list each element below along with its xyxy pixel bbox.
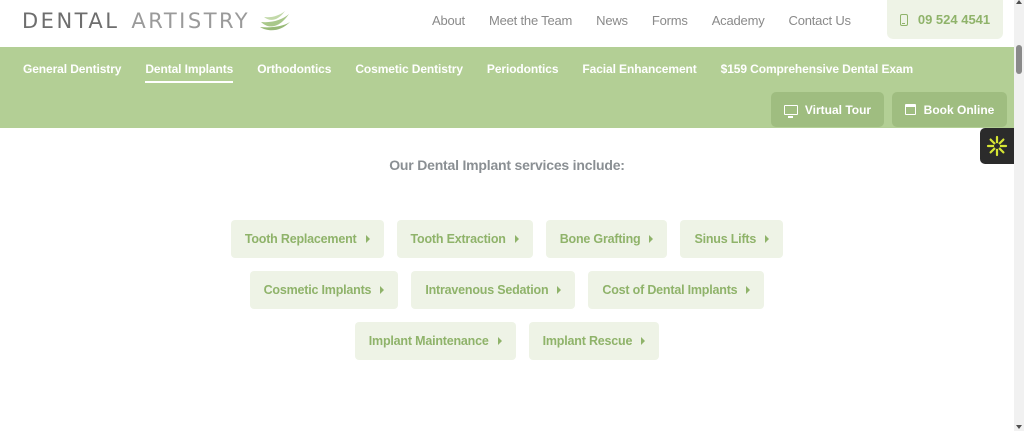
- service-nav-band: General Dentistry Dental Implants Orthod…: [0, 47, 1014, 128]
- top-nav-about[interactable]: About: [432, 13, 465, 28]
- service-link-label: Cosmetic Implants: [263, 283, 372, 297]
- service-nav-dental-exam-offer[interactable]: $159 Comprehensive Dental Exam: [721, 62, 914, 76]
- service-link-cost-of-dental-implants[interactable]: Cost of Dental Implants: [588, 271, 765, 309]
- top-nav-forms[interactable]: Forms: [652, 13, 688, 28]
- accessibility-icon: [986, 135, 1008, 157]
- caret-right-icon: [514, 235, 519, 243]
- caret-right-icon: [765, 235, 770, 243]
- phone-number: 09 524 4541: [917, 12, 991, 27]
- mobile-phone-icon: [899, 13, 908, 26]
- caret-right-icon: [641, 337, 646, 345]
- service-nav-general-dentistry[interactable]: General Dentistry: [23, 62, 121, 76]
- service-link-sinus-lifts[interactable]: Sinus Lifts: [680, 220, 784, 258]
- service-link-implant-maintenance[interactable]: Implant Maintenance: [354, 322, 516, 360]
- services-row: Implant Maintenance Implant Rescue: [0, 322, 1014, 360]
- monitor-icon: [783, 104, 798, 118]
- service-link-label: Sinus Lifts: [694, 232, 757, 246]
- scroll-thumb[interactable]: [1016, 45, 1022, 74]
- service-nav-dental-implants[interactable]: Dental Implants: [145, 62, 233, 83]
- virtual-tour-label: Virtual Tour: [804, 102, 872, 117]
- service-link-cosmetic-implants[interactable]: Cosmetic Implants: [249, 271, 399, 309]
- top-nav: About Meet the Team News Forms Academy C…: [432, 0, 875, 40]
- caret-right-icon: [557, 286, 562, 294]
- top-nav-news[interactable]: News: [596, 13, 628, 28]
- scroll-up-arrow-icon[interactable]: [1016, 0, 1022, 4]
- service-nav: General Dentistry Dental Implants Orthod…: [23, 62, 937, 83]
- caret-right-icon: [365, 235, 370, 243]
- caret-right-icon: [497, 337, 502, 345]
- book-online-button[interactable]: Book Online: [892, 92, 1007, 127]
- service-link-label: Implant Maintenance: [368, 334, 489, 348]
- service-link-label: Implant Rescue: [542, 334, 633, 348]
- service-nav-facial-enhancement[interactable]: Facial Enhancement: [582, 62, 696, 76]
- services-heading: Our Dental Implant services include:: [389, 157, 625, 173]
- service-nav-orthodontics[interactable]: Orthodontics: [257, 62, 331, 76]
- logo[interactable]: DENTAL ARTISTRY: [22, 8, 292, 34]
- service-link-label: Tooth Replacement: [244, 232, 357, 246]
- services-row: Cosmetic Implants Intravenous Sedation C…: [0, 271, 1014, 309]
- page-scrollbar[interactable]: [1014, 0, 1024, 431]
- service-link-label: Bone Grafting: [559, 232, 641, 246]
- service-link-label: Cost of Dental Implants: [602, 283, 738, 297]
- caret-right-icon: [746, 286, 751, 294]
- caret-right-icon: [649, 235, 654, 243]
- top-nav-academy[interactable]: Academy: [712, 13, 765, 28]
- service-link-bone-grafting[interactable]: Bone Grafting: [545, 220, 668, 258]
- service-link-label: Tooth Extraction: [410, 232, 506, 246]
- service-link-intravenous-sedation[interactable]: Intravenous Sedation: [411, 271, 576, 309]
- caret-right-icon: [380, 286, 385, 294]
- book-online-label: Book Online: [923, 102, 995, 117]
- calendar-icon: [904, 104, 916, 115]
- top-nav-meet-the-team[interactable]: Meet the Team: [489, 13, 572, 28]
- service-link-tooth-extraction[interactable]: Tooth Extraction: [396, 220, 533, 258]
- service-link-implant-rescue[interactable]: Implant Rescue: [528, 322, 660, 360]
- service-link-tooth-replacement[interactable]: Tooth Replacement: [230, 220, 384, 258]
- services-row: Tooth Replacement Tooth Extraction Bone …: [0, 220, 1014, 258]
- logo-word-dental: DENTAL: [22, 9, 120, 33]
- phone-button[interactable]: 09 524 4541: [887, 0, 1003, 39]
- site-header: DENTAL ARTISTRY About Meet the Team News…: [0, 0, 1014, 47]
- top-nav-contact-us[interactable]: Contact Us: [789, 13, 852, 28]
- scroll-down-arrow-icon[interactable]: [1016, 425, 1022, 429]
- service-link-label: Intravenous Sedation: [425, 283, 549, 297]
- logo-word-artistry: ARTISTRY: [131, 9, 251, 33]
- virtual-tour-button[interactable]: Virtual Tour: [771, 92, 884, 127]
- service-nav-cosmetic-dentistry[interactable]: Cosmetic Dentistry: [355, 62, 463, 76]
- service-nav-periodontics[interactable]: Periodontics: [487, 62, 559, 76]
- leaf-icon: [260, 11, 291, 31]
